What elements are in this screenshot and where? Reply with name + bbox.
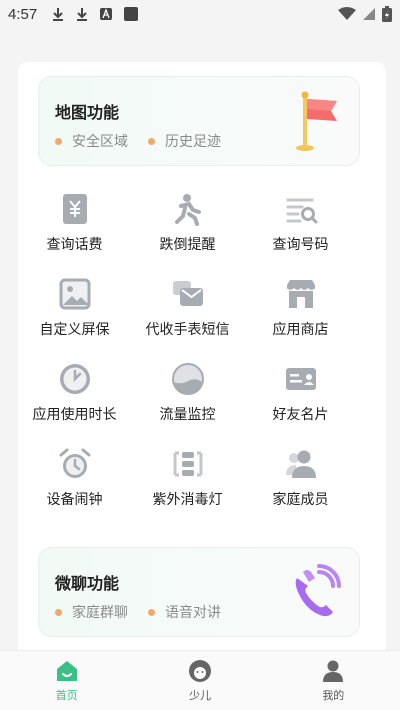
nav-kids[interactable]: 少儿 [133,651,266,710]
grid-item-watch-sms[interactable]: 代收手表短信 [131,273,244,358]
tag-label: 安全区域 [72,134,128,150]
grid-label: 应用使用时长 [32,407,117,423]
family-icon [285,450,316,478]
uv-lamp-icon [173,451,202,477]
grid-row: 查询话费 跌倒提醒 查询号码 [18,188,386,273]
download-icon [53,8,64,21]
tag-dot [55,608,62,616]
kid-icon [188,660,211,682]
tag-dot [148,608,155,616]
feature-grid: 查询话费 跌倒提醒 查询号码 自定义屏保 代收手表短信 应用商店 应用使用时长 … [18,188,386,528]
grid-item-query-bill[interactable]: 查询话费 [18,188,131,273]
chat-feature-title: 微聊功能 [55,574,120,593]
flag-icon [296,91,337,151]
app-notification-icon [100,8,113,20]
grid-label: 设备闹钟 [46,492,103,508]
nav-label: 我的 [322,689,345,702]
chat-feature-card[interactable]: 微聊功能 家庭群聊 语音对讲 [38,547,360,637]
grid-label: 代收手表短信 [145,322,230,338]
grid-item-friend-card[interactable]: 好友名片 [244,358,357,443]
grid-label: 跌倒提醒 [159,237,216,253]
tag-label: 家庭群聊 [72,605,128,621]
number-search-icon [286,198,317,224]
home-icon [56,661,77,681]
grid-row: 设备闹钟 紫外消毒灯 家庭成员 [18,443,386,528]
content-card: 地图功能 安全区域 历史足迹 查询话费 跌倒提醒 查询号码 自定义屏保 代收手表… [18,62,386,662]
bottom-nav: 首页 少儿 我的 [0,650,400,710]
sms-icon [172,281,203,306]
battery-icon [382,6,392,22]
download-icon [77,8,88,21]
tag-label: 历史足迹 [165,134,221,150]
grid-item-family-members[interactable]: 家庭成员 [244,443,357,528]
bill-icon [62,194,87,224]
picture-icon [59,278,90,310]
fall-icon [174,194,201,226]
nav-home[interactable]: 首页 [0,651,133,710]
grid-row: 应用使用时长 流量监控 好友名片 [18,358,386,443]
grid-label: 紫外消毒灯 [152,492,223,508]
map-feature-tags: 安全区域 历史足迹 [55,131,221,151]
tag-voice-intercom[interactable]: 语音对讲 [148,602,221,622]
grid-item-custom-screensaver[interactable]: 自定义屏保 [18,273,131,358]
map-feature-card[interactable]: 地图功能 安全区域 历史足迹 [38,76,360,166]
grid-item-app-store[interactable]: 应用商店 [244,273,357,358]
tag-dot [55,137,62,145]
grid-item-device-alarm[interactable]: 设备闹钟 [18,443,131,528]
grid-item-data-monitor[interactable]: 流量监控 [131,358,244,443]
nav-label: 首页 [55,689,78,702]
clock-icon [59,364,90,394]
tag-label: 语音对讲 [165,605,221,621]
grid-item-query-number[interactable]: 查询号码 [244,188,357,273]
grid-label: 好友名片 [272,407,329,423]
status-bar: 4:57 [0,0,400,28]
signal-icon [363,8,375,20]
system-icons [338,6,392,22]
tag-dot [148,137,155,145]
tag-safe-zone[interactable]: 安全区域 [55,131,128,151]
wifi-icon [338,7,356,20]
map-feature-title: 地图功能 [55,103,120,122]
grid-label: 查询号码 [272,237,329,253]
grid-label: 自定义屏保 [39,322,110,338]
profile-icon [323,660,344,682]
alarm-icon [59,448,90,478]
grid-item-uv-lamp[interactable]: 紫外消毒灯 [131,443,244,528]
grid-label: 查询话费 [46,237,103,253]
data-icon [171,363,204,395]
status-time: 4:57 [8,5,38,23]
notification-icons [51,6,139,22]
nav-mine[interactable]: 我的 [267,651,400,710]
grid-row: 自定义屏保 代收手表短信 应用商店 [18,273,386,358]
phone-call-icon [295,564,341,617]
chat-feature-tags: 家庭群聊 语音对讲 [55,602,221,622]
grid-label: 应用商店 [272,322,329,338]
grid-item-fall-alert[interactable]: 跌倒提醒 [131,188,244,273]
card-icon [285,368,316,390]
square-notification-icon [124,7,139,21]
grid-label: 流量监控 [159,407,216,423]
grid-item-app-usage-time[interactable]: 应用使用时长 [18,358,131,443]
tag-history-track[interactable]: 历史足迹 [148,131,221,151]
store-icon [285,280,316,308]
nav-label: 少儿 [188,689,211,702]
grid-label: 家庭成员 [272,492,329,508]
tag-family-chat[interactable]: 家庭群聊 [55,602,128,622]
